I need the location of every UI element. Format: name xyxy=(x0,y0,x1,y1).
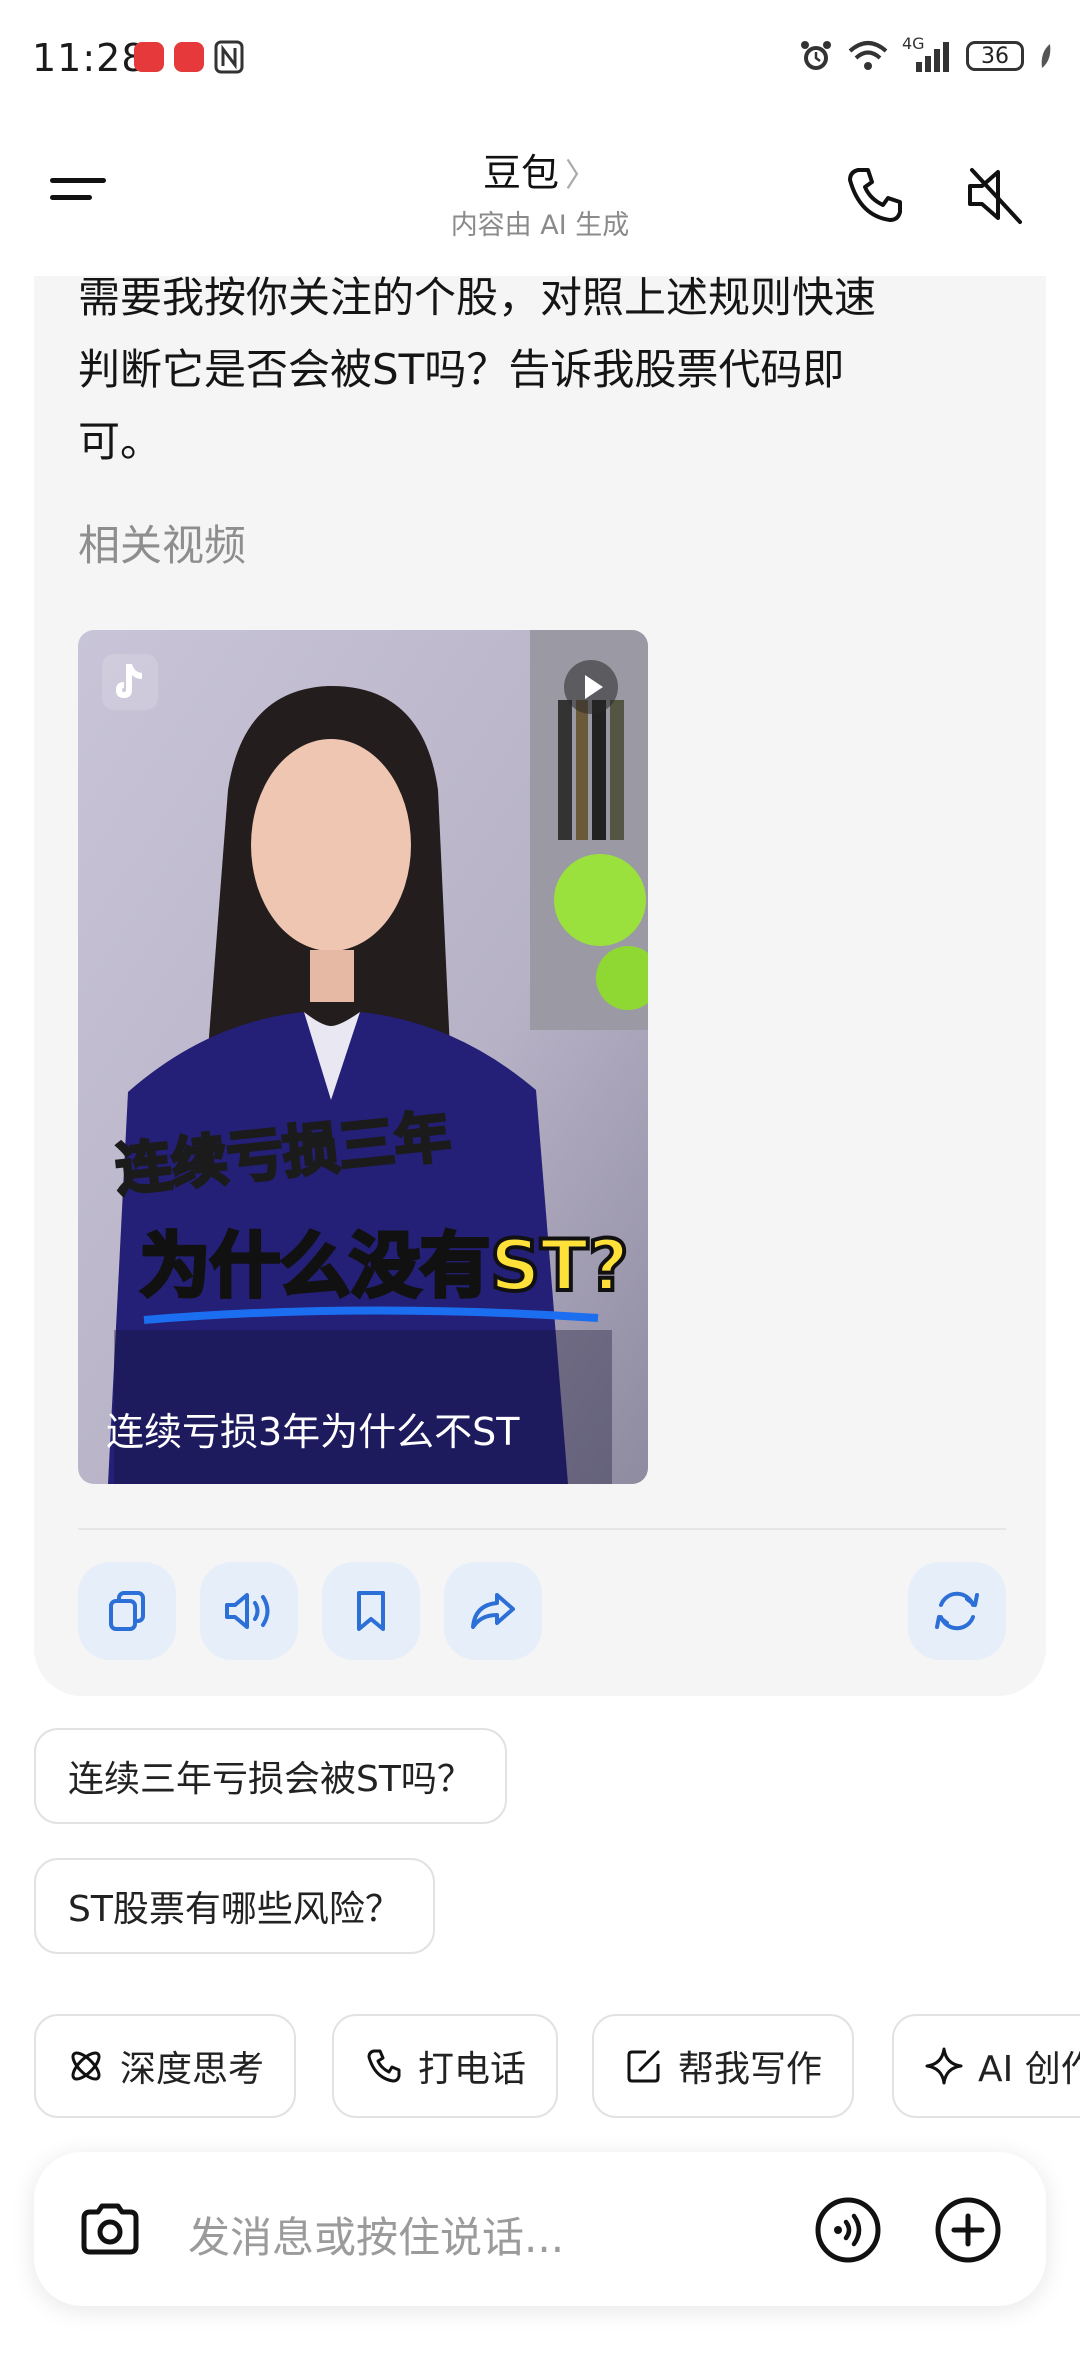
message-text: 需要我按你关注的个股，对照上述规则快速 判断它是否会被ST吗？告诉我股票代码即 … xyxy=(78,262,1008,478)
speaker-icon xyxy=(225,1593,270,1629)
share-button[interactable] xyxy=(444,1562,542,1660)
play-icon xyxy=(564,660,618,714)
battery-level: 36 xyxy=(981,43,1009,69)
suggested-question[interactable]: 连续三年亏损会被ST吗？ xyxy=(34,1728,507,1824)
alarm-icon xyxy=(801,41,831,70)
copy-icon xyxy=(109,1591,145,1631)
atom-icon xyxy=(71,2051,101,2081)
sparkle-icon xyxy=(925,2047,963,2085)
assistant-message-card: 需要我按你关注的个股，对照上述规则快速 判断它是否会被ST吗？告诉我股票代码即 … xyxy=(34,273,1046,1696)
tiktok-icon xyxy=(102,654,158,710)
bookmark-button[interactable] xyxy=(322,1562,420,1660)
chip-label: 帮我写作 xyxy=(678,2049,823,2090)
related-video-card[interactable]: 连续亏损三年 为什么没有ST? 连续亏损3年为什么不ST xyxy=(78,630,648,1484)
chip-label: 打电话 xyxy=(418,2049,527,2090)
chevron-right-icon: 〉 xyxy=(565,156,598,194)
edit-icon xyxy=(627,2050,660,2083)
chip-phone-call[interactable]: 打电话 xyxy=(332,2014,559,2118)
nfc-icon xyxy=(214,40,244,74)
add-attachment-button[interactable] xyxy=(932,2194,1004,2266)
read-aloud-button[interactable] xyxy=(200,1562,298,1660)
status-bar: 11:28 4G 36 xyxy=(0,0,1080,120)
phone-icon xyxy=(367,2049,401,2083)
chip-label: AI 创作 xyxy=(978,2049,1080,2090)
chat-title: 豆包 xyxy=(482,151,559,195)
app-notification-icon xyxy=(174,42,204,72)
bookmark-icon xyxy=(357,1591,385,1631)
app-notification-icon xyxy=(134,42,164,72)
chip-ai-create[interactable]: AI 创作 xyxy=(892,2014,1080,2118)
leaf-icon xyxy=(1041,44,1051,68)
video-title: 连续亏损3年为什么不ST xyxy=(106,1410,520,1454)
message-line: 可。 xyxy=(78,417,163,466)
regenerate-icon xyxy=(935,1591,979,1631)
chat-header: 豆包〉 内容由 AI 生成 xyxy=(0,120,1080,276)
related-videos-label: 相关视频 xyxy=(78,521,247,570)
chat-title-block[interactable]: 豆包〉 内容由 AI 生成 xyxy=(0,142,1080,242)
video-caption-main: 为什么没有ST? xyxy=(140,1225,629,1307)
ai-disclaimer: 内容由 AI 生成 xyxy=(450,210,630,241)
status-time: 11:28 xyxy=(32,36,147,80)
chip-write[interactable]: 帮我写作 xyxy=(592,2014,855,2118)
message-line: 判断它是否会被ST吗？告诉我股票代码即 xyxy=(78,345,845,394)
voice-input-button[interactable] xyxy=(812,2194,884,2266)
copy-button[interactable] xyxy=(78,1562,176,1660)
battery-icon: 36 xyxy=(966,41,1024,71)
camera-button[interactable] xyxy=(74,2194,146,2266)
message-input-bar: 发消息或按住说话... xyxy=(34,2152,1046,2306)
chip-label: 深度思考 xyxy=(120,2049,265,2090)
share-icon xyxy=(471,1593,515,1629)
cellular-signal-icon: 4G xyxy=(902,34,952,74)
divider xyxy=(78,1528,1006,1530)
message-input[interactable]: 发消息或按住说话... xyxy=(188,2204,564,2265)
mute-voice-button[interactable] xyxy=(962,162,1028,228)
phone-call-button[interactable] xyxy=(842,162,908,228)
message-line: 需要我按你关注的个股，对照上述规则快速 xyxy=(78,273,877,322)
suggested-question[interactable]: ST股票有哪些风险？ xyxy=(34,1858,435,1954)
wifi-icon xyxy=(848,41,888,70)
chip-deep-think[interactable]: 深度思考 xyxy=(34,2014,297,2118)
video-thumbnail: 连续亏损三年 为什么没有ST? xyxy=(78,630,648,1484)
regenerate-button[interactable] xyxy=(908,1562,1006,1660)
